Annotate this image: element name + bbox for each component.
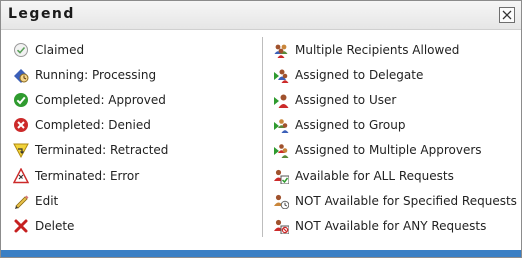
legend-label: Completed: Denied (35, 118, 151, 133)
legend-dialog: Legend Claimed Running: Processing Compl… (0, 0, 522, 258)
legend-item-delete: Delete (13, 213, 168, 238)
legend-label: Assigned to Delegate (295, 67, 424, 82)
legend-label: Assigned to User (295, 92, 397, 107)
legend-label: Multiple Recipients Allowed (295, 42, 460, 57)
legend-item-completed-approved: Completed: Approved (13, 87, 168, 112)
approved-check-icon (13, 92, 29, 108)
legend-label: Completed: Approved (35, 92, 166, 107)
retracted-icon (13, 142, 29, 159)
legend-item-terminated-error: Terminated: Error (13, 163, 168, 188)
not-available-any-icon (273, 218, 289, 234)
legend-item-not-available-any: NOT Available for ANY Requests (273, 213, 517, 238)
legend-label: Terminated: Retracted (35, 143, 169, 158)
multiple-approvers-icon (273, 142, 289, 159)
legend-item-multiple-approvers: Assigned to Multiple Approvers (273, 138, 517, 163)
available-all-icon (273, 168, 289, 184)
pencil-icon (13, 193, 29, 209)
multiple-recipients-icon (273, 42, 289, 58)
close-button[interactable] (499, 7, 515, 23)
column-divider (262, 37, 263, 237)
legend-label: Claimed (35, 42, 85, 57)
assignment-legend-column: Multiple Recipients Allowed Assigned to … (273, 37, 517, 239)
legend-label: Delete (35, 218, 75, 233)
claimed-check-icon (13, 42, 29, 58)
delegate-icon (273, 67, 289, 83)
legend-item-running-processing: Running: Processing (13, 62, 168, 87)
legend-label: Available for ALL Requests (295, 168, 454, 183)
legend-label: Assigned to Multiple Approvers (295, 143, 482, 158)
denied-x-icon (13, 117, 29, 133)
legend-label: Edit (35, 193, 59, 208)
dialog-title: Legend (8, 6, 75, 22)
title-bar: Legend (1, 1, 521, 30)
legend-item-edit: Edit (13, 188, 168, 213)
error-warning-icon (13, 167, 29, 184)
legend-item-assigned-group: Assigned to Group (273, 113, 517, 138)
legend-item-assigned-delegate: Assigned to Delegate (273, 62, 517, 87)
legend-item-terminated-retracted: Terminated: Retracted (13, 138, 168, 163)
user-icon (273, 92, 289, 108)
delete-x-icon (13, 218, 29, 234)
status-legend-column: Claimed Running: Processing Completed: A… (13, 37, 168, 239)
legend-label: Assigned to Group (295, 118, 406, 133)
close-icon (502, 10, 512, 20)
legend-label: Terminated: Error (35, 168, 140, 183)
footer-bar (1, 250, 521, 257)
legend-item-completed-denied: Completed: Denied (13, 113, 168, 138)
running-processing-icon (13, 67, 29, 83)
legend-label: Running: Processing (35, 67, 157, 82)
legend-label: NOT Available for ANY Requests (295, 218, 487, 233)
legend-item-not-available-specified: NOT Available for Specified Requests (273, 188, 517, 213)
legend-item-multiple-recipients: Multiple Recipients Allowed (273, 37, 517, 62)
legend-item-claimed: Claimed (13, 37, 168, 62)
group-icon (273, 117, 289, 134)
legend-item-assigned-user: Assigned to User (273, 87, 517, 112)
not-available-specified-icon (273, 193, 289, 209)
legend-label: NOT Available for Specified Requests (295, 193, 517, 208)
legend-item-available-all: Available for ALL Requests (273, 163, 517, 188)
